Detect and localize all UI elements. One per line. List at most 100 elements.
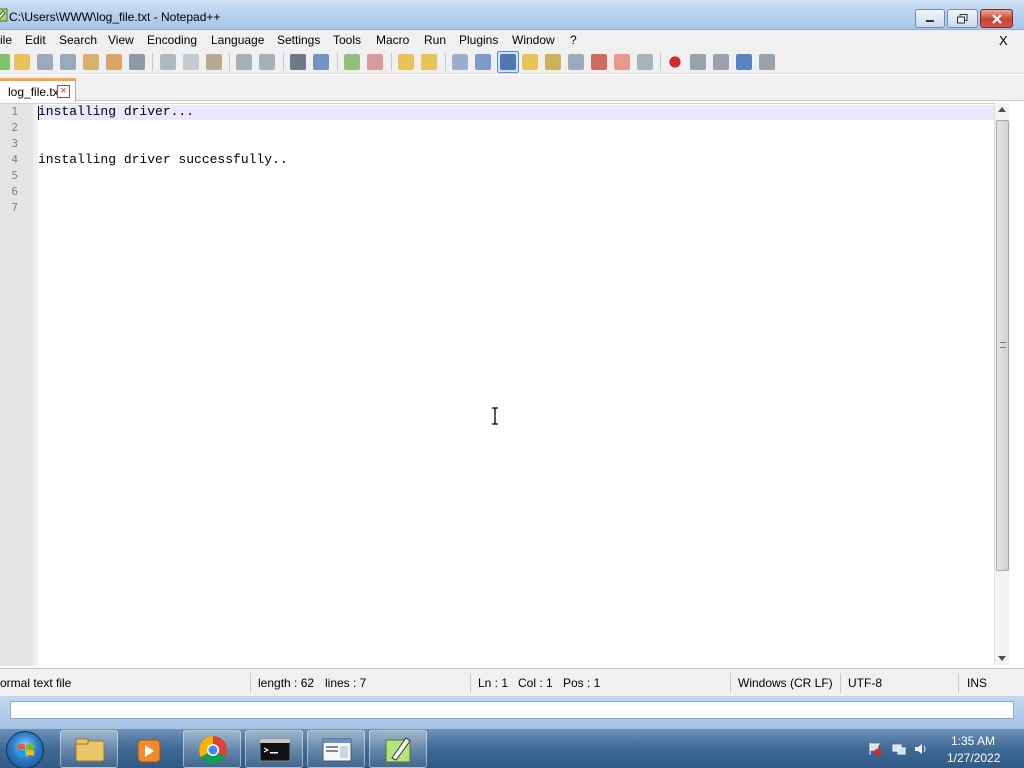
- indent-guide-icon[interactable]: [500, 54, 516, 70]
- function-list-icon[interactable]: [591, 54, 607, 70]
- zoom-out-icon[interactable]: [367, 54, 383, 70]
- close-document-button[interactable]: X: [999, 33, 1008, 48]
- menu-search[interactable]: Search: [59, 33, 97, 47]
- menu-settings[interactable]: Settings: [277, 33, 320, 47]
- folder-workspace-icon[interactable]: [614, 54, 630, 70]
- taskbar-cmd[interactable]: [245, 730, 303, 768]
- scrollbar-grip-icon: [1000, 342, 1006, 348]
- restore-button[interactable]: [947, 9, 978, 28]
- status-line-number: Ln : 1: [478, 676, 509, 690]
- close-button[interactable]: [980, 9, 1013, 28]
- scroll-down-arrow-icon[interactable]: [998, 656, 1006, 661]
- paste-icon[interactable]: [206, 54, 222, 70]
- replace-icon[interactable]: [313, 54, 329, 70]
- open-file-icon[interactable]: [14, 54, 30, 70]
- play-macro-icon[interactable]: [713, 54, 729, 70]
- network-icon[interactable]: [892, 742, 906, 756]
- status-bar: ormal text file length : 62 lines : 7 Ln…: [0, 668, 1024, 696]
- status-encoding[interactable]: UTF-8: [848, 676, 882, 690]
- word-wrap-icon[interactable]: [452, 54, 468, 70]
- stop-macro-icon[interactable]: [690, 54, 706, 70]
- cut-icon[interactable]: [160, 54, 176, 70]
- vertical-scrollbar[interactable]: [994, 103, 1010, 665]
- menu-view[interactable]: View: [108, 33, 134, 47]
- copy-icon[interactable]: [183, 54, 199, 70]
- scrollbar-thumb[interactable]: [996, 120, 1009, 571]
- undo-icon[interactable]: [236, 54, 252, 70]
- tab-close-icon[interactable]: ×: [57, 85, 70, 98]
- menu-macro[interactable]: Macro: [376, 33, 409, 47]
- start-button[interactable]: [6, 731, 44, 768]
- line-number-gutter: 1 2 3 4 5 6 7: [0, 104, 37, 666]
- text-caret: [38, 106, 39, 120]
- menu-bar: ile Edit Search View Encoding Language S…: [0, 30, 1024, 50]
- menu-file[interactable]: ile: [0, 33, 12, 47]
- code-line: installing driver successfully..: [38, 152, 288, 167]
- status-divider: [958, 673, 959, 693]
- window-app-icon: [322, 738, 352, 762]
- line-number: 6: [11, 185, 18, 198]
- taskbar-window-app[interactable]: [307, 730, 365, 768]
- menu-tools[interactable]: Tools: [333, 33, 361, 47]
- print-icon[interactable]: [129, 54, 145, 70]
- doc-map-icon[interactable]: [545, 54, 561, 70]
- toolbar-separator: [229, 53, 230, 71]
- cmd-icon: [259, 738, 291, 762]
- zoom-in-icon[interactable]: [344, 54, 360, 70]
- save-macro-icon[interactable]: [759, 54, 775, 70]
- save-icon[interactable]: [37, 54, 53, 70]
- line-number: 2: [11, 121, 18, 134]
- close-file-icon[interactable]: [83, 54, 99, 70]
- status-insert-mode[interactable]: INS: [967, 676, 987, 690]
- status-eol-format[interactable]: Windows (CR LF): [738, 676, 833, 690]
- background-window-strip: [10, 701, 1014, 719]
- user-language-icon[interactable]: [522, 54, 538, 70]
- explorer-icon: [75, 738, 105, 762]
- new-file-icon[interactable]: [0, 54, 10, 70]
- show-all-characters-icon[interactable]: [475, 54, 491, 70]
- clock-time[interactable]: 1:35 AM: [951, 734, 995, 748]
- sync-horizontal-icon[interactable]: [421, 54, 437, 70]
- sync-vertical-icon[interactable]: [398, 54, 414, 70]
- menu-language[interactable]: Language: [211, 33, 264, 47]
- toolbar-separator: [445, 53, 446, 71]
- run-macro-multiple-icon[interactable]: [736, 54, 752, 70]
- record-macro-icon[interactable]: [669, 56, 681, 68]
- toolbar-separator: [283, 53, 284, 71]
- menu-plugins[interactable]: Plugins: [459, 33, 498, 47]
- close-all-icon[interactable]: [106, 54, 122, 70]
- window-bottom-frame: [0, 696, 1024, 728]
- code-line: installing driver...: [38, 104, 195, 119]
- taskbar-chrome[interactable]: [183, 730, 241, 768]
- tab-log-file[interactable]: log_file.txt ×: [0, 78, 76, 102]
- taskbar-explorer[interactable]: [60, 730, 118, 768]
- redo-icon[interactable]: [259, 54, 275, 70]
- action-center-flag-icon[interactable]: [868, 742, 882, 756]
- status-file-type: ormal text file: [0, 676, 72, 690]
- tab-bar: log_file.txt ×: [0, 75, 1024, 102]
- save-all-icon[interactable]: [60, 54, 76, 70]
- taskbar-media-player[interactable]: [120, 730, 178, 768]
- status-length: length : 62: [258, 676, 315, 690]
- volume-icon[interactable]: [914, 742, 928, 756]
- taskbar-notepadpp[interactable]: [369, 730, 427, 768]
- find-icon[interactable]: [290, 54, 306, 70]
- clock-date[interactable]: 1/27/2022: [947, 751, 1000, 765]
- minimize-icon: [926, 19, 934, 22]
- line-number: 4: [11, 153, 18, 166]
- title-bar: C:\Users\WWW\log_file.txt - Notepad++: [0, 0, 1024, 30]
- menu-edit[interactable]: Edit: [25, 33, 46, 47]
- toolbar: [0, 50, 1024, 74]
- ibeam-cursor-icon: [492, 407, 498, 425]
- monitoring-icon[interactable]: [637, 54, 653, 70]
- menu-run[interactable]: Run: [424, 33, 446, 47]
- scroll-up-arrow-icon[interactable]: [998, 107, 1006, 112]
- doc-list-icon[interactable]: [568, 54, 584, 70]
- text-editor[interactable]: 1 2 3 4 5 6 7 installing driver... insta…: [0, 103, 1010, 666]
- close-icon: [991, 13, 1002, 24]
- minimize-button[interactable]: [915, 9, 945, 28]
- fold-margin[interactable]: [33, 104, 38, 666]
- menu-window[interactable]: Window: [512, 33, 555, 47]
- menu-encoding[interactable]: Encoding: [147, 33, 197, 47]
- menu-help[interactable]: ?: [570, 33, 577, 47]
